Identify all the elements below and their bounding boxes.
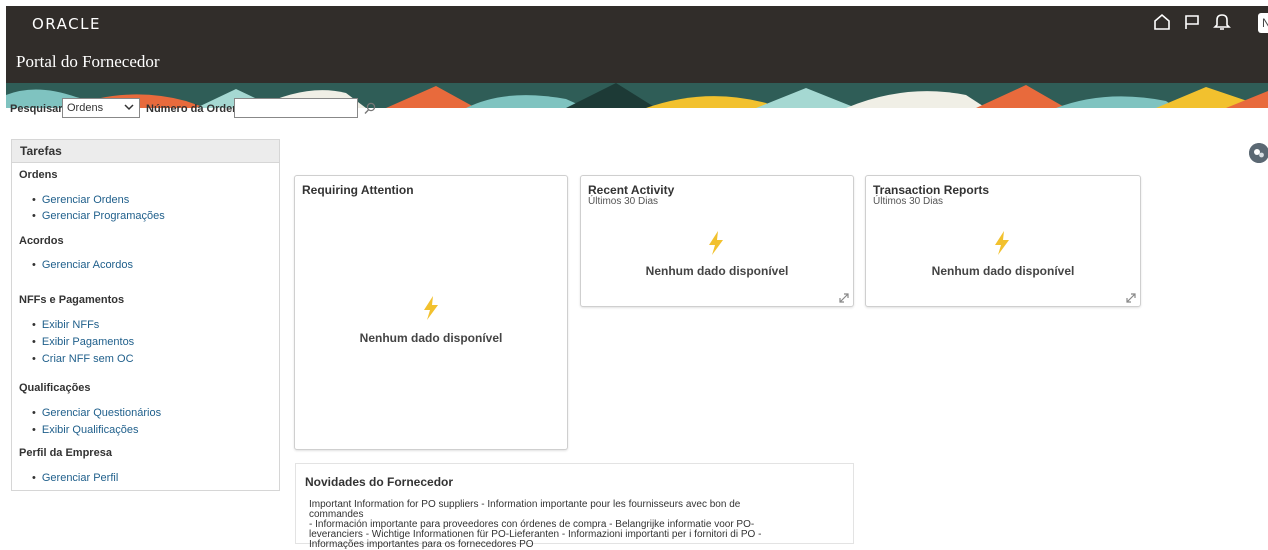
news-title: Novidades do Fornecedor <box>305 475 454 489</box>
no-data-message: Nenhum dado disponível <box>359 331 503 345</box>
news-line: Informações importantes para os forneced… <box>309 539 534 550</box>
section-nffs-pagamentos: NFFs e Pagamentos <box>19 294 125 306</box>
chevron-down-icon <box>124 104 134 111</box>
expand-icon[interactable] <box>1126 293 1136 303</box>
supplier-news-panel: Novidades do Fornecedor Important Inform… <box>295 463 854 550</box>
lightning-icon <box>709 231 723 255</box>
search-label: Pesquisar <box>10 103 63 115</box>
lightning-icon <box>995 231 1009 255</box>
card-title: Requiring Attention <box>302 183 414 197</box>
link-exibir-qualificacoes[interactable]: Exibir Qualificações <box>32 424 139 436</box>
card-subtitle: Últimos 30 Dias <box>588 196 659 207</box>
link-gerenciar-perfil[interactable]: Gerenciar Perfil <box>32 472 118 484</box>
order-number-input[interactable] <box>234 98 358 118</box>
global-header: ORACLE Portal do Fornecedor N <box>6 6 1268 108</box>
link-gerenciar-questionarios[interactable]: Gerenciar Questionários <box>32 407 161 419</box>
requiring-attention-card: Requiring Attention Nenhum dado disponív… <box>294 175 568 450</box>
tasks-panel: Tarefas Ordens Gerenciar Ordens Gerencia… <box>11 139 280 491</box>
section-perfil-empresa: Perfil da Empresa <box>19 447 112 459</box>
flag-icon[interactable] <box>1182 12 1202 32</box>
user-avatar[interactable]: N <box>1258 13 1268 33</box>
no-data-message: Nenhum dado disponível <box>931 264 1075 278</box>
section-ordens: Ordens <box>19 169 58 181</box>
card-subtitle: Últimos 30 Dias <box>873 196 944 207</box>
news-body[interactable]: Important Information for PO suppliers -… <box>309 500 779 550</box>
order-number-label: Número da Ordem <box>146 103 242 115</box>
no-data-message: Nenhum dado disponível <box>645 264 789 278</box>
link-gerenciar-programacoes[interactable]: Gerenciar Programações <box>32 210 165 222</box>
oracle-logo[interactable]: ORACLE <box>32 15 101 33</box>
card-title: Transaction Reports <box>873 183 990 197</box>
search-icon[interactable] <box>363 102 377 116</box>
link-exibir-pagamentos[interactable]: Exibir Pagamentos <box>32 336 134 348</box>
search-type-value: Ordens <box>67 102 104 114</box>
link-gerenciar-ordens[interactable]: Gerenciar Ordens <box>32 194 129 206</box>
link-exibir-nffs[interactable]: Exibir NFFs <box>32 319 99 331</box>
link-gerenciar-acordos[interactable]: Gerenciar Acordos <box>32 259 133 271</box>
search-type-select[interactable]: Ordens <box>62 98 140 118</box>
lightning-icon <box>424 296 438 320</box>
page-title: Portal do Fornecedor <box>16 52 160 71</box>
link-criar-nff-sem-oc[interactable]: Criar NFF sem OC <box>32 353 134 365</box>
news-line: Important Information for PO suppliers -… <box>309 499 741 520</box>
section-acordos: Acordos <box>19 235 64 247</box>
tasks-title: Tarefas <box>12 140 279 163</box>
bell-icon[interactable] <box>1212 12 1232 32</box>
section-qualificacoes: Qualificações <box>19 382 91 394</box>
card-title: Recent Activity <box>588 183 675 197</box>
recent-activity-card: Recent Activity Últimos 30 Dias Nenhum d… <box>580 175 854 307</box>
home-icon[interactable] <box>1152 12 1172 32</box>
transaction-reports-card: Transaction Reports Últimos 30 Dias Nenh… <box>865 175 1141 307</box>
floating-action-button[interactable] <box>1249 143 1268 163</box>
expand-icon[interactable] <box>839 293 849 303</box>
